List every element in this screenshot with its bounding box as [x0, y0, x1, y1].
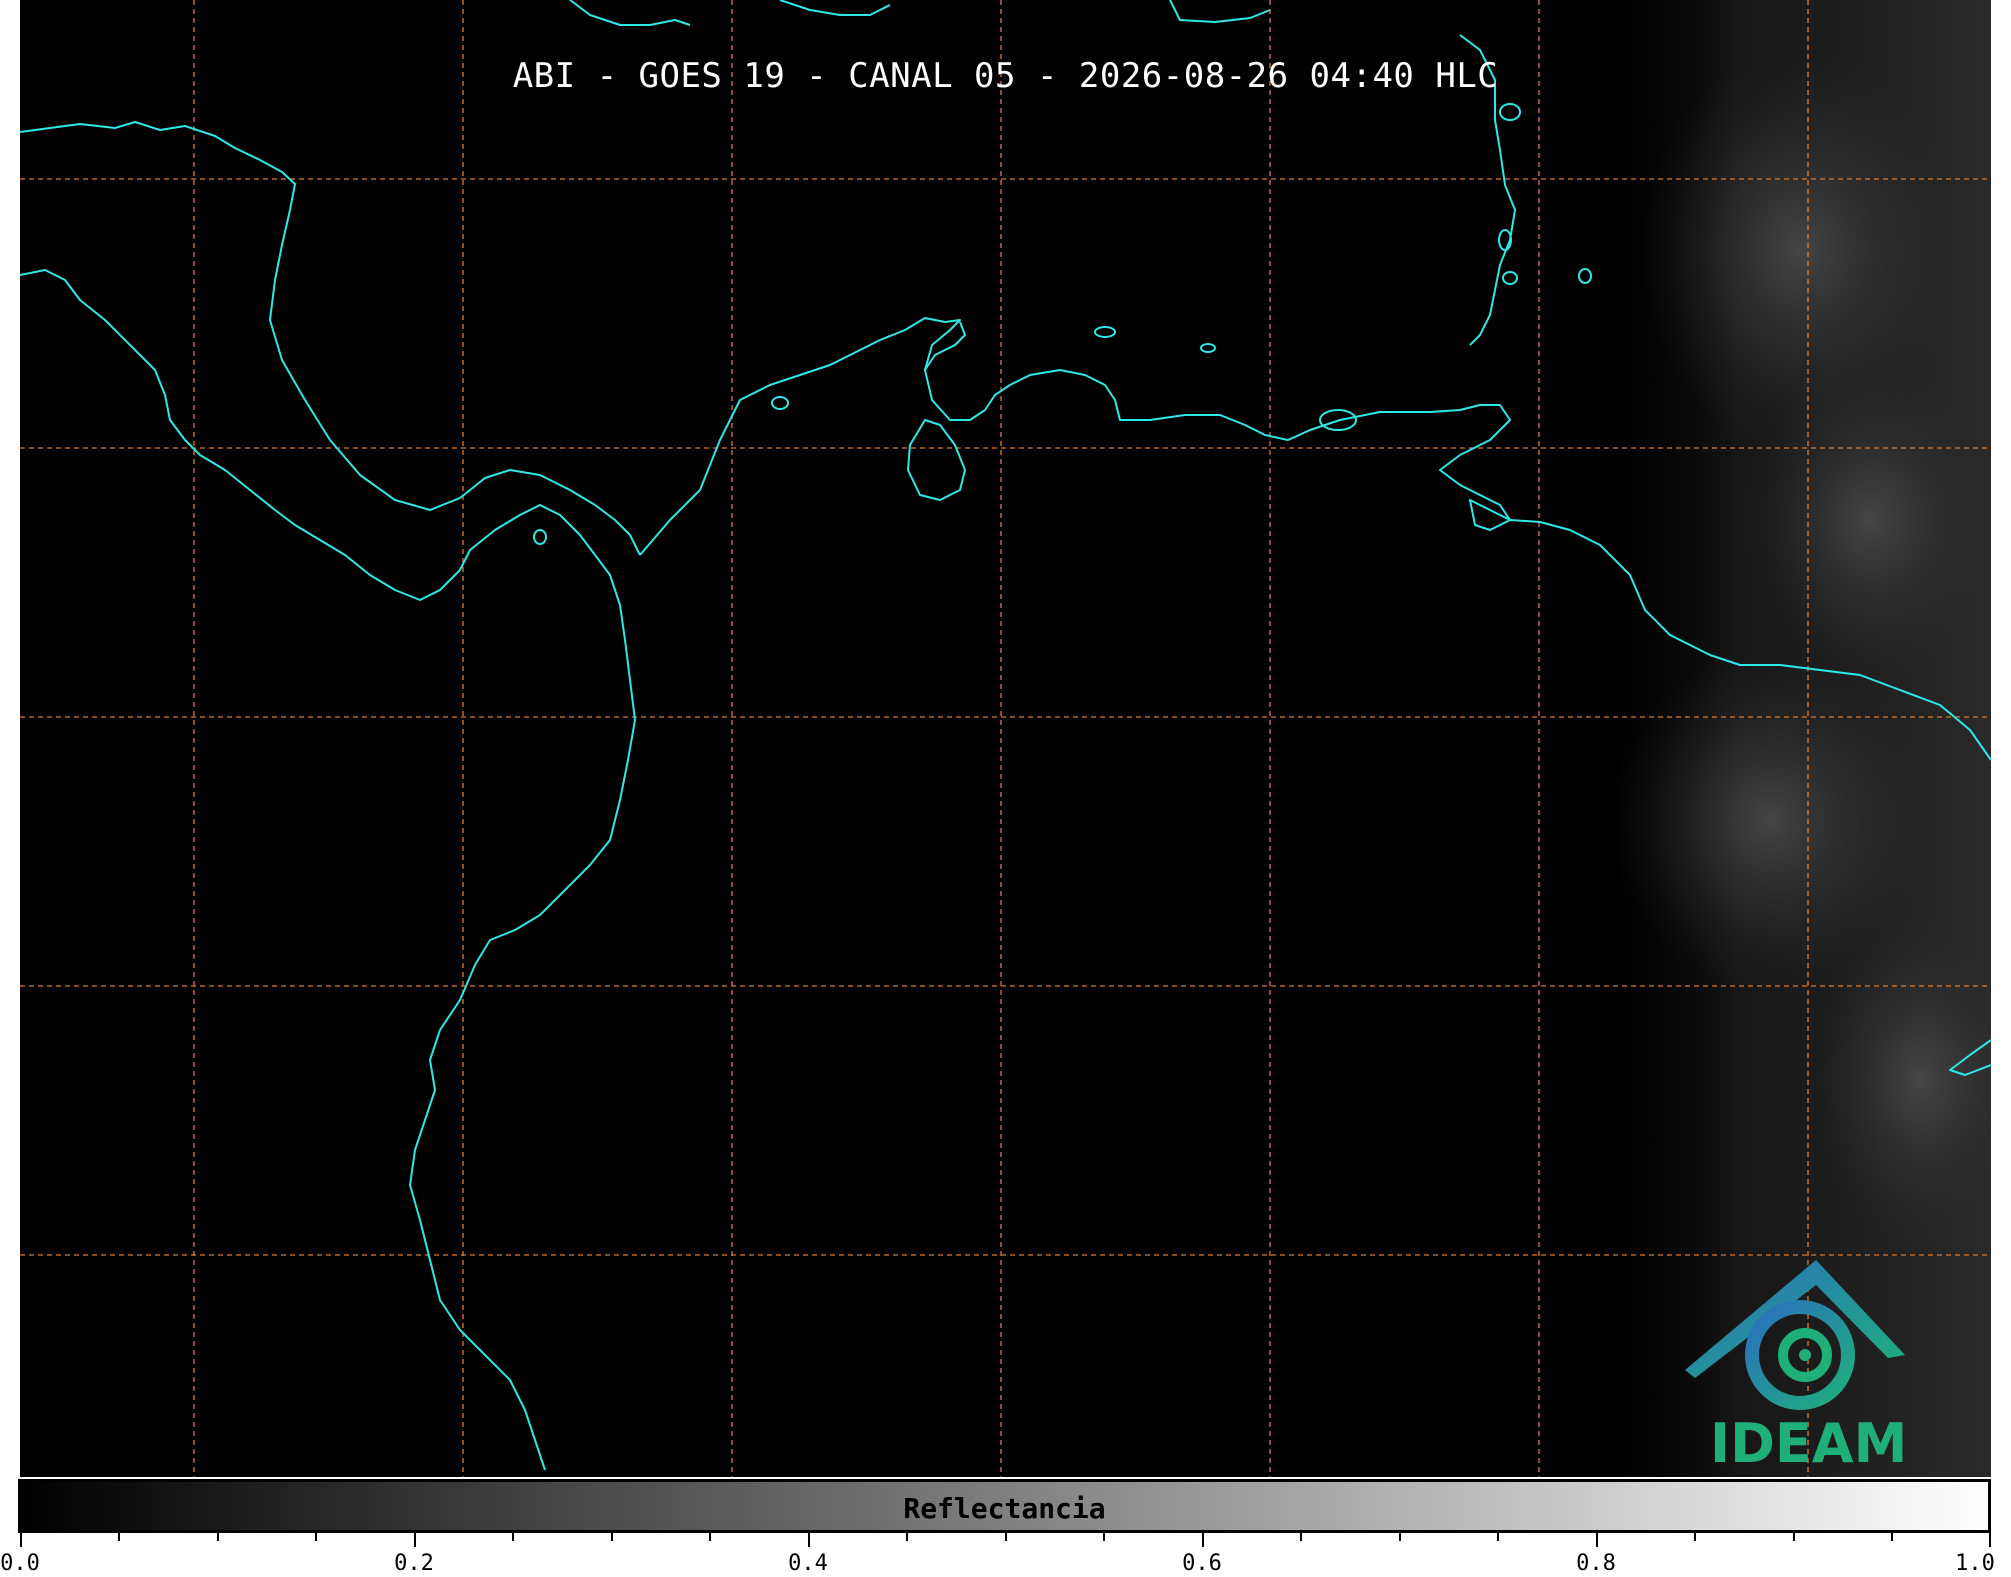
colorbar-major-tick: [414, 1533, 416, 1547]
colorbar-minor-tick: [611, 1533, 613, 1541]
colorbar-minor-tick: [1300, 1533, 1302, 1541]
colorbar-minor-tick: [906, 1533, 908, 1541]
colorbar-tick-label: 0.4: [788, 1551, 828, 1576]
colorbar-minor-tick: [1891, 1533, 1893, 1541]
colorbar-ticks: 0.0 0.2 0.4 0.6 0.8 1.0: [0, 1533, 1995, 1577]
coastline-orinoco-delta: [1469, 499, 1511, 531]
colorbar-tick-label: 0.8: [1576, 1551, 1616, 1576]
colorbar-minor-tick: [1694, 1533, 1696, 1541]
colorbar-minor-tick: [1005, 1533, 1007, 1541]
colorbar-minor-tick: [118, 1533, 120, 1541]
colorbar-minor-tick: [709, 1533, 711, 1541]
colorbar-minor-tick: [315, 1533, 317, 1541]
ideam-logo-text: IDEAM: [1710, 1412, 1908, 1475]
coastline-puerto-rico: [779, 0, 891, 16]
colorbar-minor-tick: [1103, 1533, 1105, 1541]
colorbar-major-tick: [1202, 1533, 1204, 1547]
reflectance-colorbar: Reflectancia: [18, 1479, 1991, 1533]
map-canvas: [20, 0, 1991, 1477]
colorbar-tick-label: 1.0: [1955, 1551, 1995, 1576]
colorbar-minor-tick: [217, 1533, 219, 1541]
colorbar-major-tick: [808, 1533, 810, 1547]
colorbar-minor-tick: [512, 1533, 514, 1541]
satellite-map: ABI - GOES 19 - CANAL 05 - 2026-08-26 04…: [20, 0, 1991, 1477]
coastline-yucatan-west: [20, 269, 636, 1471]
colorbar-major-tick: [20, 1533, 22, 1547]
coastline-islands-north: [1169, 0, 1271, 23]
colorbar-minor-tick: [1497, 1533, 1499, 1541]
colorbar-label: Reflectancia: [903, 1492, 1106, 1525]
colorbar-tick-label: 0.6: [1182, 1551, 1222, 1576]
colorbar-major-tick: [1989, 1533, 1991, 1547]
coastline-central-america: [20, 121, 641, 556]
colorbar-minor-tick: [1793, 1533, 1795, 1541]
colorbar-tick-label: 0.2: [394, 1551, 434, 1576]
colorbar-tick-label: 0.0: [0, 1551, 40, 1576]
coastline-hispaniola: [569, 0, 691, 26]
map-title: ABI - GOES 19 - CANAL 05 - 2026-08-26 04…: [512, 56, 1499, 96]
coastline-lake-maracaibo: [907, 419, 966, 501]
colorbar-minor-tick: [1399, 1533, 1401, 1541]
colorbar-major-tick: [1596, 1533, 1598, 1547]
